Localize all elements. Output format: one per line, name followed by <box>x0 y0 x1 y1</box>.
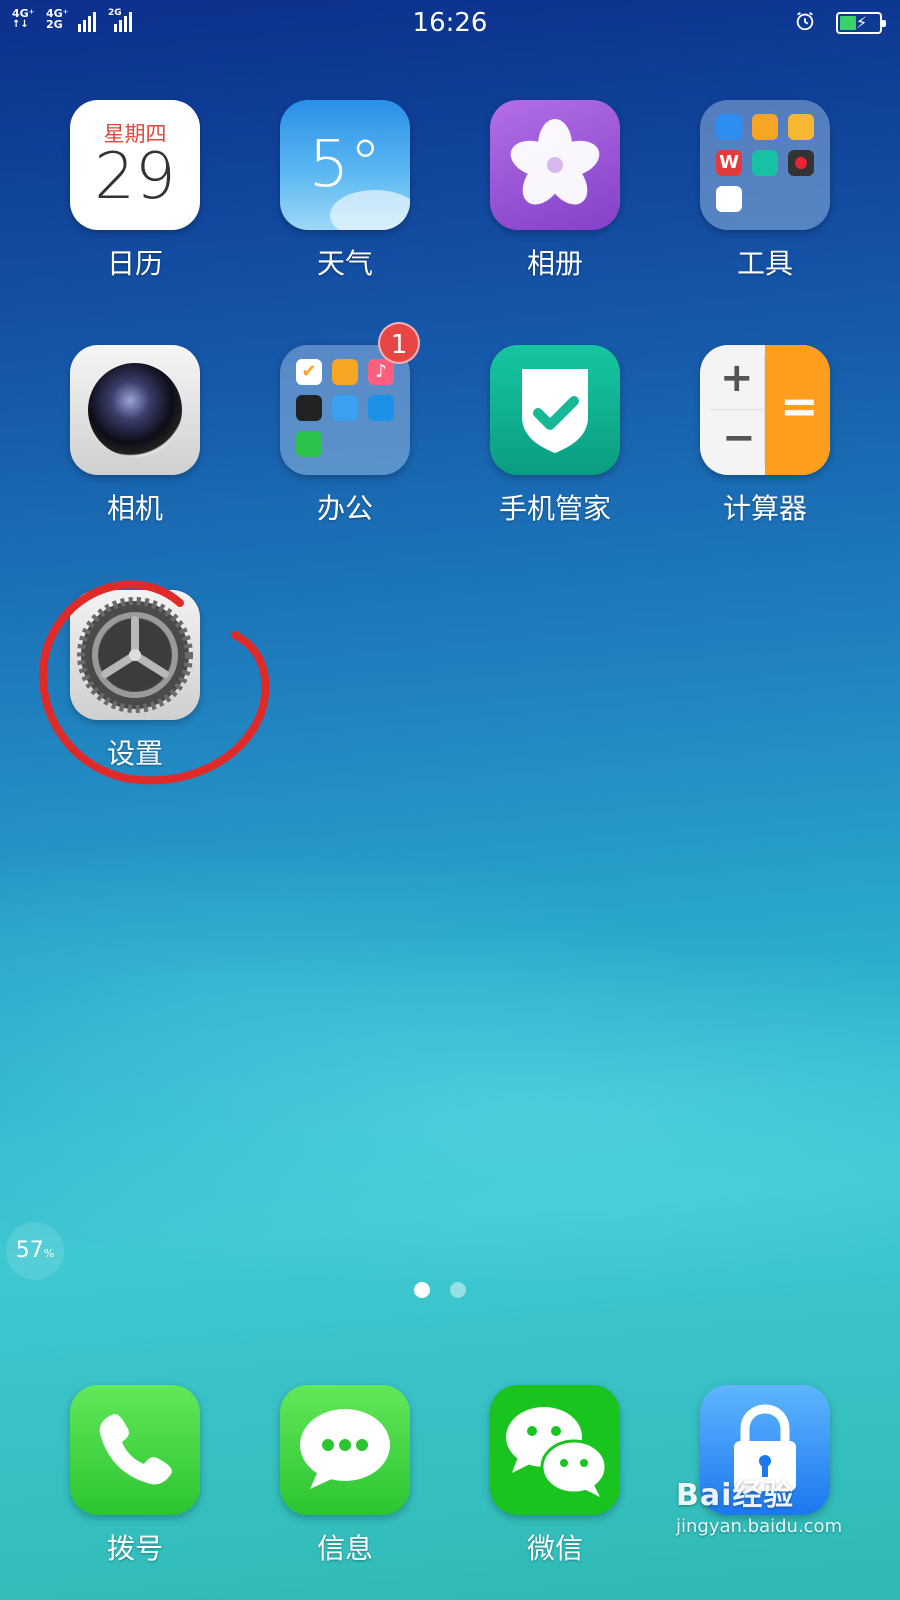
app-camera[interactable]: 相机 <box>70 345 200 527</box>
app-weather[interactable]: 5° 天气 <box>280 100 410 282</box>
weather-icon: 5° <box>280 100 410 230</box>
app-label: 天气 <box>316 247 373 280</box>
dock-messages[interactable]: 信息 <box>280 1385 410 1567</box>
memory-widget[interactable]: 57% <box>6 1222 64 1280</box>
alarm-icon <box>796 11 814 31</box>
watermark-logo: Bai经验 <box>676 1478 795 1513</box>
app-label: 相机 <box>106 492 163 525</box>
chat-mini-icon <box>752 150 778 176</box>
app-label: 办公 <box>316 492 373 525</box>
page-dot-active[interactable] <box>414 1282 430 1298</box>
weather-temperature: 5° <box>308 128 382 202</box>
shield-check-icon <box>490 345 620 475</box>
dock-phone[interactable]: 拨号 <box>70 1385 200 1567</box>
recorder-mini-icon <box>788 150 814 176</box>
app-calendar[interactable]: 星期四 29 日历 <box>70 100 200 282</box>
compass-mini-icon <box>296 395 322 421</box>
message-bubble-icon <box>280 1385 410 1515</box>
palette-mini-icon <box>332 359 358 385</box>
app-phone-manager[interactable]: 手机管家 <box>490 345 620 527</box>
app-calculator[interactable]: + − = 计算器 <box>700 345 830 527</box>
folder-office[interactable]: ✔ ♪ 办公 <box>280 345 410 527</box>
app-album[interactable]: 相册 <box>490 100 620 282</box>
tool-mini-icon <box>752 114 778 140</box>
notes-mini-icon: ✔ <box>296 359 322 385</box>
notification-badge: 1 <box>378 322 420 364</box>
page-indicator <box>414 1282 466 1298</box>
calculator-icon: + − = <box>700 345 830 475</box>
app-label: 计算器 <box>722 492 807 525</box>
app-label: 拨号 <box>106 1532 163 1565</box>
page-dot[interactable] <box>450 1282 466 1298</box>
clock: 16:26 <box>412 8 488 38</box>
app-label: 微信 <box>526 1532 583 1565</box>
folder-icon: ✔ ♪ <box>280 345 410 475</box>
compass-mini-icon <box>716 186 742 212</box>
battery-charging-icon: ⚡ <box>836 12 886 34</box>
baidu-watermark: Bai经验 jingyan.baidu.com <box>676 1470 900 1537</box>
music-mini-icon: ♪ <box>368 359 394 385</box>
book-mini-icon <box>788 114 814 140</box>
folder-tools[interactable]: W 工具 <box>700 100 830 282</box>
wechat-icon <box>490 1385 620 1515</box>
contacts-mini-icon <box>716 114 742 140</box>
save-mini-icon <box>368 395 394 421</box>
memory-value: 57 <box>15 1238 44 1263</box>
folder-icon: W <box>700 100 830 230</box>
app-label: 信息 <box>316 1532 373 1565</box>
annotation-circle <box>39 580 270 785</box>
wps-mini-icon: W <box>716 150 742 176</box>
grid-mini-icon <box>296 431 322 457</box>
status-bar: 4G⁺ ↑↓ 4G⁺ 2G 2G 16:26 ⚡ <box>0 0 900 48</box>
book-mini-icon <box>332 395 358 421</box>
dock-wechat[interactable]: 微信 <box>490 1385 620 1567</box>
watermark-url: jingyan.baidu.com <box>676 1516 843 1537</box>
calendar-icon: 星期四 29 <box>70 100 200 230</box>
phone-icon <box>70 1385 200 1515</box>
flower-icon <box>490 100 620 230</box>
app-label: 手机管家 <box>498 492 611 525</box>
calendar-day: 29 <box>94 140 176 214</box>
app-label: 工具 <box>736 247 793 280</box>
camera-icon <box>70 345 200 475</box>
app-label: 日历 <box>106 247 163 280</box>
app-label: 相册 <box>526 247 583 280</box>
memory-unit: % <box>43 1247 55 1260</box>
